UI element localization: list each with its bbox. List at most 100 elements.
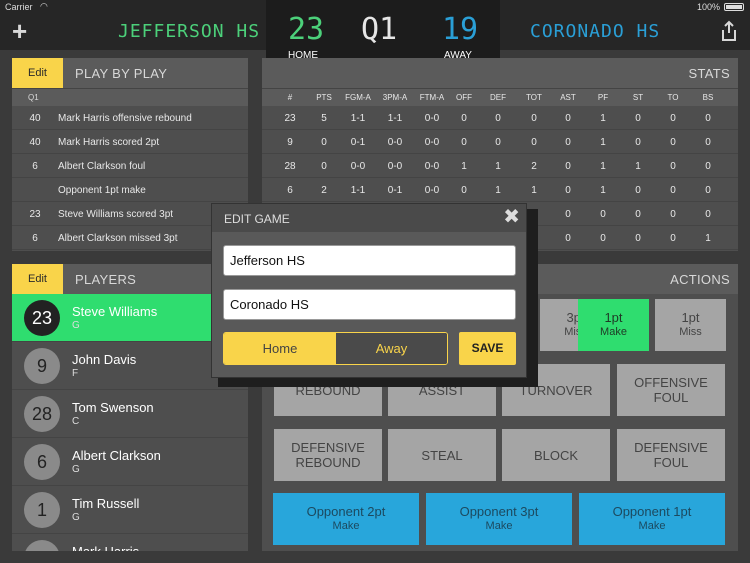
- play-by-play-row[interactable]: Opponent 1pt make: [12, 178, 248, 202]
- play-player-number: 40: [29, 137, 41, 148]
- stats-cell: 0: [565, 209, 571, 220]
- stats-cell: 1-1: [387, 113, 403, 124]
- player-name: Albert Clarkson: [72, 448, 161, 463]
- action-label: STEAL: [421, 447, 463, 463]
- stats-column-header: AST: [560, 93, 576, 102]
- play-by-play-row[interactable]: 6 Albert Clarkson foul: [12, 154, 248, 178]
- stats-cell: 1-1: [350, 113, 366, 124]
- stats-cell: 1: [495, 185, 501, 196]
- player-position: G: [72, 512, 80, 523]
- stats-column-header: 3PM-A: [382, 93, 408, 102]
- play-player-number: 6: [32, 233, 38, 244]
- stats-cell: 0: [495, 113, 501, 124]
- stats-cell: 2: [531, 161, 537, 172]
- away-option[interactable]: Away: [336, 333, 447, 364]
- stats-cell: 0-0: [424, 185, 440, 196]
- stats-row: 6 2 1-1 0-1 0-0 0 1 1 0 1 0 0 0: [262, 178, 738, 202]
- stats-cell: 0-0: [387, 161, 403, 172]
- stats-cell: 23: [284, 113, 296, 124]
- player-row[interactable]: Mark Harris: [12, 534, 248, 551]
- stats-cell: 0: [565, 113, 571, 124]
- stats-column-header: ST: [632, 93, 644, 102]
- stats-cell: 0-0: [350, 161, 366, 172]
- stats-cell: 0: [321, 161, 327, 172]
- action-button-offensive-foul[interactable]: OFFENSIVE FOUL: [617, 364, 725, 416]
- share-icon[interactable]: [720, 20, 738, 42]
- stats-cell: 1: [531, 185, 537, 196]
- player-row[interactable]: 1 Tim Russell G: [12, 486, 248, 534]
- stats-cell: 0: [600, 209, 606, 220]
- stats-cell: 0: [461, 113, 467, 124]
- stats-cell: 0-1: [350, 137, 366, 148]
- stats-cell: 5: [321, 113, 327, 124]
- player-position: C: [72, 416, 80, 427]
- stats-row: 9 0 0-1 0-0 0-0 0 0 0 0 1 0 0 0: [262, 130, 738, 154]
- add-icon[interactable]: +: [12, 17, 27, 45]
- player-number-badge: [24, 540, 60, 551]
- home-away-toggle: Home Away: [223, 332, 448, 365]
- play-by-play-header: Edit PLAY BY PLAY: [12, 58, 248, 88]
- stats-cell: 0: [670, 233, 676, 244]
- play-description: Albert Clarkson missed 3pt: [58, 233, 178, 244]
- stats-cell: 1: [705, 233, 711, 244]
- player-position: G: [72, 320, 80, 331]
- action-button-1pt[interactable]: 1pt Make: [578, 299, 649, 351]
- action-button-block[interactable]: BLOCK: [502, 429, 610, 481]
- edit-game-title-bar: EDIT GAME ✖: [212, 204, 526, 232]
- stats-column-header: TO: [667, 93, 679, 102]
- stats-column-header: DEF: [490, 93, 506, 102]
- save-button[interactable]: SAVE: [459, 332, 516, 365]
- play-description: Steve Williams scored 3pt: [58, 209, 174, 220]
- play-description: Opponent 1pt make: [58, 185, 146, 196]
- quarter-indicator[interactable]: Q1: [361, 14, 397, 46]
- play-by-play-row[interactable]: 40 Mark Harris offensive rebound: [12, 106, 248, 130]
- action-button-steal[interactable]: STEAL: [388, 429, 496, 481]
- stats-cell: 0: [705, 113, 711, 124]
- home-team-name: JEFFERSON HS: [118, 21, 261, 42]
- stats-cell: 0: [565, 233, 571, 244]
- action-button-opponent-2pt[interactable]: Opponent 2pt Make: [273, 493, 419, 545]
- away-team-input[interactable]: [223, 289, 516, 320]
- stats-cell: 1: [600, 185, 606, 196]
- stats-cell: 0: [705, 161, 711, 172]
- player-name: Steve Williams: [72, 304, 158, 319]
- stats-cell: 0: [600, 233, 606, 244]
- action-button-defensive-rebound[interactable]: DEFENSIVE REBOUND: [274, 429, 382, 481]
- action-label: 1pt: [681, 310, 700, 325]
- action-sublabel: Make: [638, 520, 666, 532]
- stats-cell: 9: [287, 137, 293, 148]
- play-by-play-row[interactable]: 40 Mark Harris scored 2pt: [12, 130, 248, 154]
- action-label: DEFENSIVE FOUL: [634, 440, 708, 470]
- edit-game-dialog: EDIT GAME ✖ Home Away SAVE: [211, 203, 527, 378]
- action-button-defensive-foul[interactable]: DEFENSIVE FOUL: [617, 429, 725, 481]
- stats-column-headers: # PTS FGM-A 3PM-A FTM-A OFF DEF TOT AST PF ST TO BS: [262, 88, 738, 106]
- close-icon[interactable]: ✖: [503, 206, 520, 228]
- players-title: PLAYERS: [75, 272, 137, 287]
- stats-column-header: #: [287, 93, 293, 102]
- stats-row: 23 5 1-1 1-1 0-0 0 0 0 0 1 0 0 0: [262, 106, 738, 130]
- stats-cell: 0: [635, 209, 641, 220]
- stats-cell: 1: [600, 113, 606, 124]
- stats-cell: 0: [461, 185, 467, 196]
- action-label: OFFENSIVE FOUL: [634, 375, 708, 405]
- play-player-number: 23: [29, 209, 41, 220]
- stats-row: 28 0 0-0 0-0 0-0 1 1 2 0 1 1 0 0: [262, 154, 738, 178]
- player-name: Tom Swenson: [72, 400, 154, 415]
- home-team-input[interactable]: [223, 245, 516, 276]
- away-team-name: CORONADO HS: [530, 21, 661, 42]
- play-player-number: 40: [29, 113, 41, 124]
- players-edit-button[interactable]: Edit: [12, 264, 63, 294]
- play-by-play-edit-button[interactable]: Edit: [12, 58, 63, 88]
- stats-cell: 0: [495, 137, 501, 148]
- home-option[interactable]: Home: [224, 333, 336, 364]
- stats-cell: 0: [531, 113, 537, 124]
- action-button-opponent-3pt[interactable]: Opponent 3pt Make: [426, 493, 572, 545]
- stats-column-header: OFF: [456, 93, 472, 102]
- stats-cell: 2: [321, 185, 327, 196]
- player-row[interactable]: 28 Tom Swenson C: [12, 390, 248, 438]
- stats-cell: 0: [705, 137, 711, 148]
- stats-column-header: PF: [597, 93, 609, 102]
- action-button-1pt[interactable]: 1pt Miss: [655, 299, 726, 351]
- player-row[interactable]: 6 Albert Clarkson G: [12, 438, 248, 486]
- action-button-opponent-1pt[interactable]: Opponent 1pt Make: [579, 493, 725, 545]
